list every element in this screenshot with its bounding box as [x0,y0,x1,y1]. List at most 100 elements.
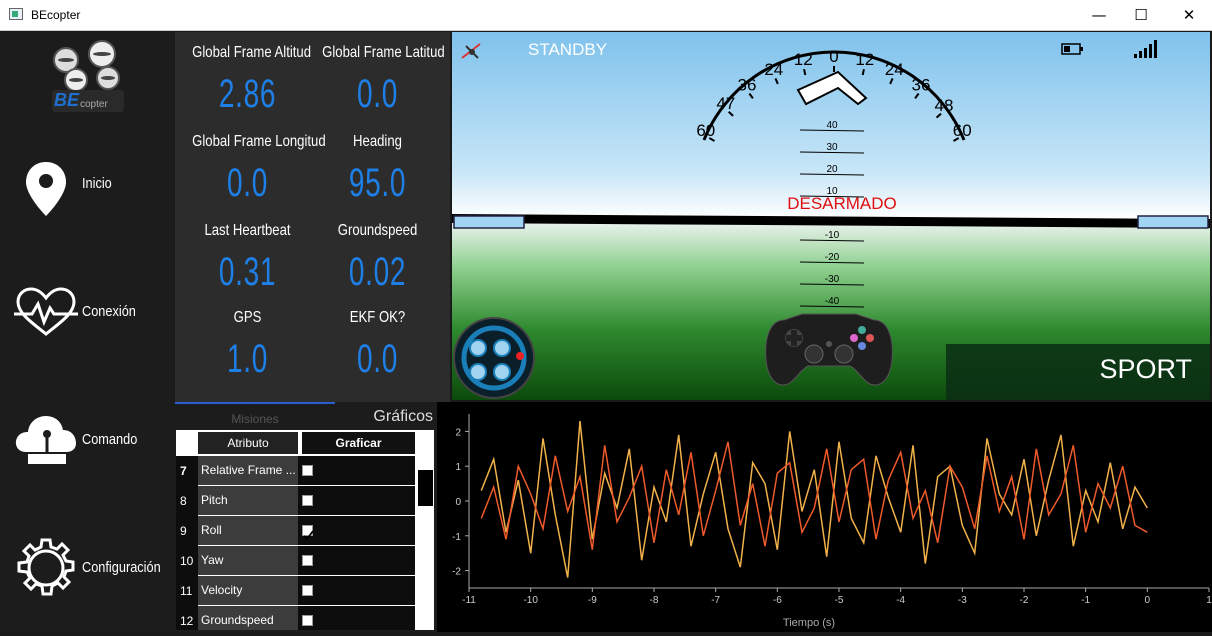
sidebar-item-label: Comando [82,431,138,448]
motor-status-widget [453,317,535,399]
y-tick-label: -1 [452,532,461,543]
pitch-ladder-label: 20 [826,164,838,175]
x-tick-label: -11 [462,595,476,606]
telemetry-value: 0.0 [356,337,399,381]
roll-scale-label: 60 [696,121,715,140]
plot-checkbox[interactable] [302,525,314,541]
minimize-button[interactable]: — [1076,0,1122,31]
plot-checkbox[interactable] [302,495,313,506]
roll-tick [803,68,807,76]
series-line-2 [480,441,1148,550]
telemetry-label: EKF OK? [349,309,406,326]
sidebar-item-conexion[interactable]: Conexión [0,270,174,360]
table-row[interactable]: 9 Roll [176,516,416,546]
y-tick-label: 1 [455,462,461,473]
tab-misiones[interactable]: Misiones [175,402,335,430]
pitch-ladder-label: -30 [825,274,840,285]
table-row[interactable]: 11 Velocity [176,576,416,606]
telemetry-value: 0.0 [226,161,269,205]
x-tick-label: -10 [523,595,538,606]
maximize-button[interactable]: ☐ [1118,0,1164,31]
row-attribute-name: Yaw [198,546,298,575]
heartbeat-icon [14,287,78,336]
scrollbar-thumb[interactable] [418,470,433,506]
y-tick-label: 0 [455,497,461,508]
attributes-panel: Misiones Gráficos Atributo Graficar 7 Rel… [175,402,437,632]
table-row[interactable]: 8 Pitch [176,486,416,516]
y-tick-label: -2 [452,567,461,578]
column-header-graficar[interactable]: Graficar [302,432,415,454]
row-index: 10 [176,546,198,576]
roll-scale-label: 60 [953,121,972,140]
roll-scale-label: 47 [716,94,735,113]
row-attribute-name: Groundspeed [198,606,298,630]
sidebar-item-comando[interactable]: Comando [0,398,174,488]
series-line-1 [480,420,1148,578]
plot-checkbox[interactable] [302,465,313,476]
roll-scale-label: 48 [935,96,954,115]
row-plot-cell [298,546,415,575]
column-header-atributo[interactable]: Atributo [198,432,298,454]
x-tick-label: -4 [896,595,905,606]
telemetry-value: 0.31 [218,250,277,294]
row-index: 7 [176,456,198,486]
table-scrollbar[interactable] [415,430,434,630]
telemetry-value: 1.0 [226,337,269,381]
y-tick-label: 2 [455,427,461,438]
location-pin-icon [26,162,66,216]
roll-scale-label: 24 [764,60,783,79]
sidebar-item-configuracion[interactable]: Configuración [0,526,174,616]
attributes-table: Atributo Graficar 7 Relative Frame ... 8 Pi… [176,430,416,630]
row-index: 9 [176,516,198,546]
x-tick-label: -5 [835,595,844,606]
roll-scale-label: 0 [829,47,838,66]
app-icon [9,8,23,20]
x-tick-label: -2 [1020,595,1029,606]
x-tick-label: -9 [588,595,597,606]
row-index: 8 [176,486,198,516]
telemetry-value: 0.0 [356,72,399,116]
plot-checkbox[interactable] [302,585,313,596]
table-row[interactable]: 7 Relative Frame ... [176,456,416,486]
telemetry-label: Heading [353,133,402,150]
roll-scale-label: 24 [885,60,904,79]
row-attribute-name: Roll [198,516,298,545]
telemetry-value: 2.86 [218,72,277,116]
row-index: 11 [176,576,198,606]
flight-mode: SPORT [1099,354,1192,384]
x-tick-label: -3 [958,595,967,606]
telemetry-value: 0.02 [348,250,407,294]
close-button[interactable]: ✕ [1166,0,1212,31]
x-tick-label: 1 [1206,595,1212,606]
left-level-bar [453,215,525,229]
table-row[interactable]: 10 Yaw [176,546,416,576]
logo-be: BE [54,90,80,110]
horizon-line [452,215,1210,226]
tab-graficos[interactable]: Gráficos [335,402,435,430]
window-title: BEcopter [31,8,81,22]
roll-scale-label: 36 [738,75,757,94]
attitude-indicator: 60 47 36 24 12 0 12 24 36 48 60 40 30 20 10 -10 -20 -30-… [452,32,1210,400]
x-tick-label: -8 [650,595,659,606]
roll-scale-label: 12 [794,50,813,69]
row-attribute-name: Pitch [198,486,298,515]
sidebar-item-inicio[interactable]: Inicio [0,142,174,232]
x-axis-label: Tiempo (s) [783,617,835,629]
row-attribute-name: Velocity [198,576,298,605]
pitch-ladder-label: 40 [826,120,838,131]
x-tick-label: -1 [1081,595,1090,606]
standby-status: STANDBY [528,40,608,59]
row-attribute-name: Relative Frame ... [198,456,298,485]
title-bar: BEcopter — ☐ ✕ [0,0,1212,31]
app-logo: BE copter [46,36,128,116]
plot-checkbox[interactable] [302,615,313,626]
row-plot-cell [298,606,415,630]
telemetry-label: GPS [233,309,262,326]
telemetry-label: Global Frame Longitud [192,133,326,150]
cloud-joystick-icon [15,416,76,464]
sidebar: BE copter Inicio Conexión Comando Config… [0,32,174,632]
plot-checkbox[interactable] [302,555,313,566]
pitch-ladder-label: 30 [826,142,838,153]
table-row[interactable]: 12 Groundspeed [176,606,416,630]
telemetry-chart-panel: -11 -10 -9 -8 -7 -6 -5 -4 -3 -2 -1 0 1 2 1 0 -1 -2 Tiempo … [437,402,1212,632]
